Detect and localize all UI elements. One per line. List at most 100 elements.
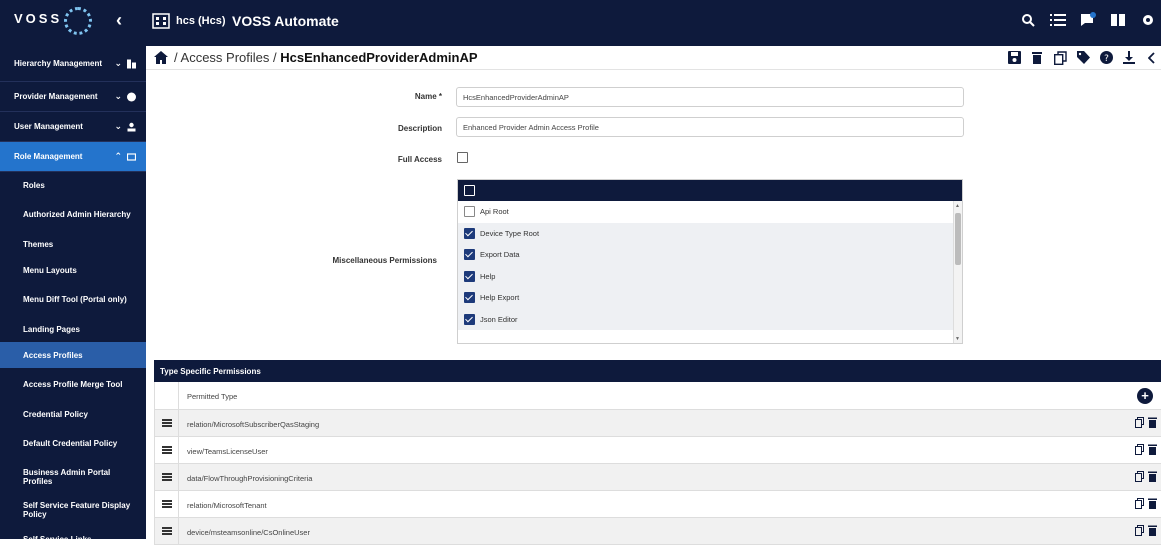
description-field[interactable]: Enhanced Provider Admin Access Profile: [456, 117, 964, 137]
sidebar-item-default-credential-policy[interactable]: Default Credential Policy: [0, 427, 146, 460]
search-icon[interactable]: [1019, 11, 1037, 29]
drag-handle-icon[interactable]: [155, 464, 179, 490]
delete-icon[interactable]: [1148, 417, 1157, 428]
sidebar-item-self-service-links[interactable]: Self Service Links: [0, 526, 146, 540]
scroll-down-icon[interactable]: ▼: [955, 336, 960, 342]
permitted-type-cell[interactable]: data/FlowThroughProvisioningCriteria: [187, 474, 312, 483]
sidebar-item-credential-policy[interactable]: Credential Policy: [0, 401, 146, 427]
sidebar-item-roles[interactable]: Roles: [0, 172, 146, 198]
drag-handle-icon[interactable]: [155, 437, 179, 463]
action-toolbar: ?: [1007, 50, 1159, 65]
scrollbar[interactable]: ▲ ▼: [953, 201, 962, 343]
sidebar-item-landing-pages[interactable]: Landing Pages: [0, 316, 146, 342]
column-header-permitted-type: Permitted Type: [187, 392, 238, 401]
misc-permissions-label: Miscellaneous Permissions: [332, 256, 438, 265]
permission-checkbox[interactable]: [464, 227, 475, 239]
clone-icon[interactable]: [1135, 498, 1144, 509]
help-icon[interactable]: ?: [1099, 50, 1113, 65]
breadcrumb-separator: /: [174, 50, 178, 65]
top-bar: VOSS ‹ hcs (Hcs) VOSS Automate: [0, 0, 1161, 46]
type-specific-permissions: Type Specific Permissions Permitted Type…: [154, 360, 1161, 545]
permitted-type-cell[interactable]: relation/MicrosoftSubscriberQasStaging: [187, 420, 319, 429]
drag-handle-icon[interactable]: [155, 518, 179, 544]
misc-permissions-items: Api Root Device Type Root Export Data Help H…: [458, 201, 955, 330]
clone-icon[interactable]: [1135, 444, 1144, 455]
add-row-button[interactable]: +: [1137, 388, 1153, 404]
sidebar-group-label: Provider Management: [14, 92, 98, 101]
permission-item[interactable]: Help: [458, 265, 955, 287]
collapse-sidebar-button[interactable]: ‹: [116, 10, 122, 31]
chevron-down-icon: ⌄: [114, 120, 122, 131]
save-icon[interactable]: [1007, 50, 1021, 65]
permission-checkbox[interactable]: [464, 206, 475, 217]
sidebar-group-user[interactable]: User Management ⌄: [0, 112, 146, 142]
home-icon[interactable]: [154, 51, 168, 64]
breadcrumb-separator: /: [273, 50, 277, 65]
id-card-icon: [127, 152, 136, 161]
permission-checkbox[interactable]: [464, 249, 475, 260]
row-actions: [1135, 471, 1157, 482]
row-actions: [1135, 444, 1157, 455]
permission-checkbox[interactable]: [464, 270, 475, 282]
download-icon[interactable]: [1122, 50, 1136, 65]
drag-handle-icon[interactable]: [155, 491, 179, 517]
voss-logo-mark-icon: [64, 7, 92, 35]
clone-icon[interactable]: [1053, 50, 1067, 65]
clone-icon[interactable]: [1135, 417, 1144, 428]
tag-icon[interactable]: [1076, 50, 1090, 65]
scroll-up-icon[interactable]: ▲: [955, 203, 960, 209]
code-icon[interactable]: [1145, 50, 1159, 65]
sidebar-group-label: Hierarchy Management: [14, 59, 103, 68]
sidebar-item-access-profiles[interactable]: Access Profiles: [0, 342, 146, 368]
select-all-checkbox[interactable]: [464, 185, 475, 196]
breadcrumb-parent[interactable]: Access Profiles: [181, 50, 270, 65]
permission-label: Export Data: [480, 250, 520, 259]
list-icon[interactable]: [1049, 11, 1067, 29]
clone-icon[interactable]: [1135, 471, 1144, 482]
permission-item[interactable]: Help Export: [458, 287, 955, 309]
permission-checkbox[interactable]: [464, 292, 475, 303]
sidebar-item-menu-diff-tool[interactable]: Menu Diff Tool (Portal only): [0, 283, 146, 316]
clone-icon[interactable]: [1135, 525, 1144, 536]
delete-icon[interactable]: [1148, 471, 1157, 482]
permission-item[interactable]: Api Root: [458, 201, 955, 223]
name-label: Name *: [414, 92, 442, 101]
book-icon[interactable]: [1109, 11, 1127, 29]
permission-item[interactable]: Json Editor: [458, 308, 955, 330]
voss-logo: VOSS: [14, 11, 63, 26]
sidebar-item-business-admin-portal-profiles[interactable]: Business Admin Portal Profiles: [0, 460, 146, 493]
delete-icon[interactable]: [1030, 50, 1044, 65]
gear-icon[interactable]: [1139, 11, 1157, 29]
sidebar-item-authorized-admin-hierarchy[interactable]: Authorized Admin Hierarchy: [0, 198, 146, 231]
transactions-icon[interactable]: [1079, 11, 1097, 29]
sidebar-group-role[interactable]: Role Management ⌃: [0, 142, 146, 172]
delete-icon[interactable]: [1148, 525, 1157, 536]
permission-item[interactable]: Export Data: [458, 244, 955, 266]
permitted-type-cell[interactable]: relation/MicrosoftTenant: [187, 501, 267, 510]
delete-icon[interactable]: [1148, 444, 1157, 455]
sidebar-item-themes[interactable]: Themes: [0, 231, 146, 257]
sidebar-item-access-profile-merge-tool[interactable]: Access Profile Merge Tool: [0, 368, 146, 401]
table-row: relation/MicrosoftTenant: [154, 491, 1161, 518]
permission-label: Help: [480, 271, 496, 281]
section-title: Type Specific Permissions: [154, 360, 1161, 382]
sidebar-group-hierarchy[interactable]: Hierarchy Management ⌄: [0, 46, 146, 82]
permission-item[interactable]: Device Type Root: [458, 222, 955, 244]
name-field[interactable]: HcsEnhancedProviderAdminAP: [456, 87, 964, 107]
permitted-type-cell[interactable]: device/msteamsonline/CsOnlineUser: [187, 528, 310, 537]
permission-checkbox[interactable]: [464, 313, 475, 325]
sidebar-group-provider[interactable]: Provider Management ⌄: [0, 82, 146, 112]
permission-label: Api Root: [480, 207, 509, 216]
delete-icon[interactable]: [1148, 498, 1157, 509]
full-access-checkbox[interactable]: [457, 152, 468, 163]
scrollbar-thumb[interactable]: [955, 213, 961, 265]
permitted-type-cell[interactable]: view/TeamsLicenseUser: [187, 447, 268, 456]
sidebar-item-self-service-feature-display-policy[interactable]: Self Service Feature Display Policy: [0, 493, 146, 526]
chevron-up-icon: ⌃: [114, 150, 122, 161]
user-icon: [127, 122, 136, 131]
drag-handle-icon[interactable]: [155, 410, 179, 436]
grip-column: [155, 382, 179, 410]
building-icon: [152, 13, 170, 29]
hierarchy-label[interactable]: hcs (Hcs): [176, 15, 226, 27]
sidebar-item-menu-layouts[interactable]: Menu Layouts: [0, 257, 146, 283]
